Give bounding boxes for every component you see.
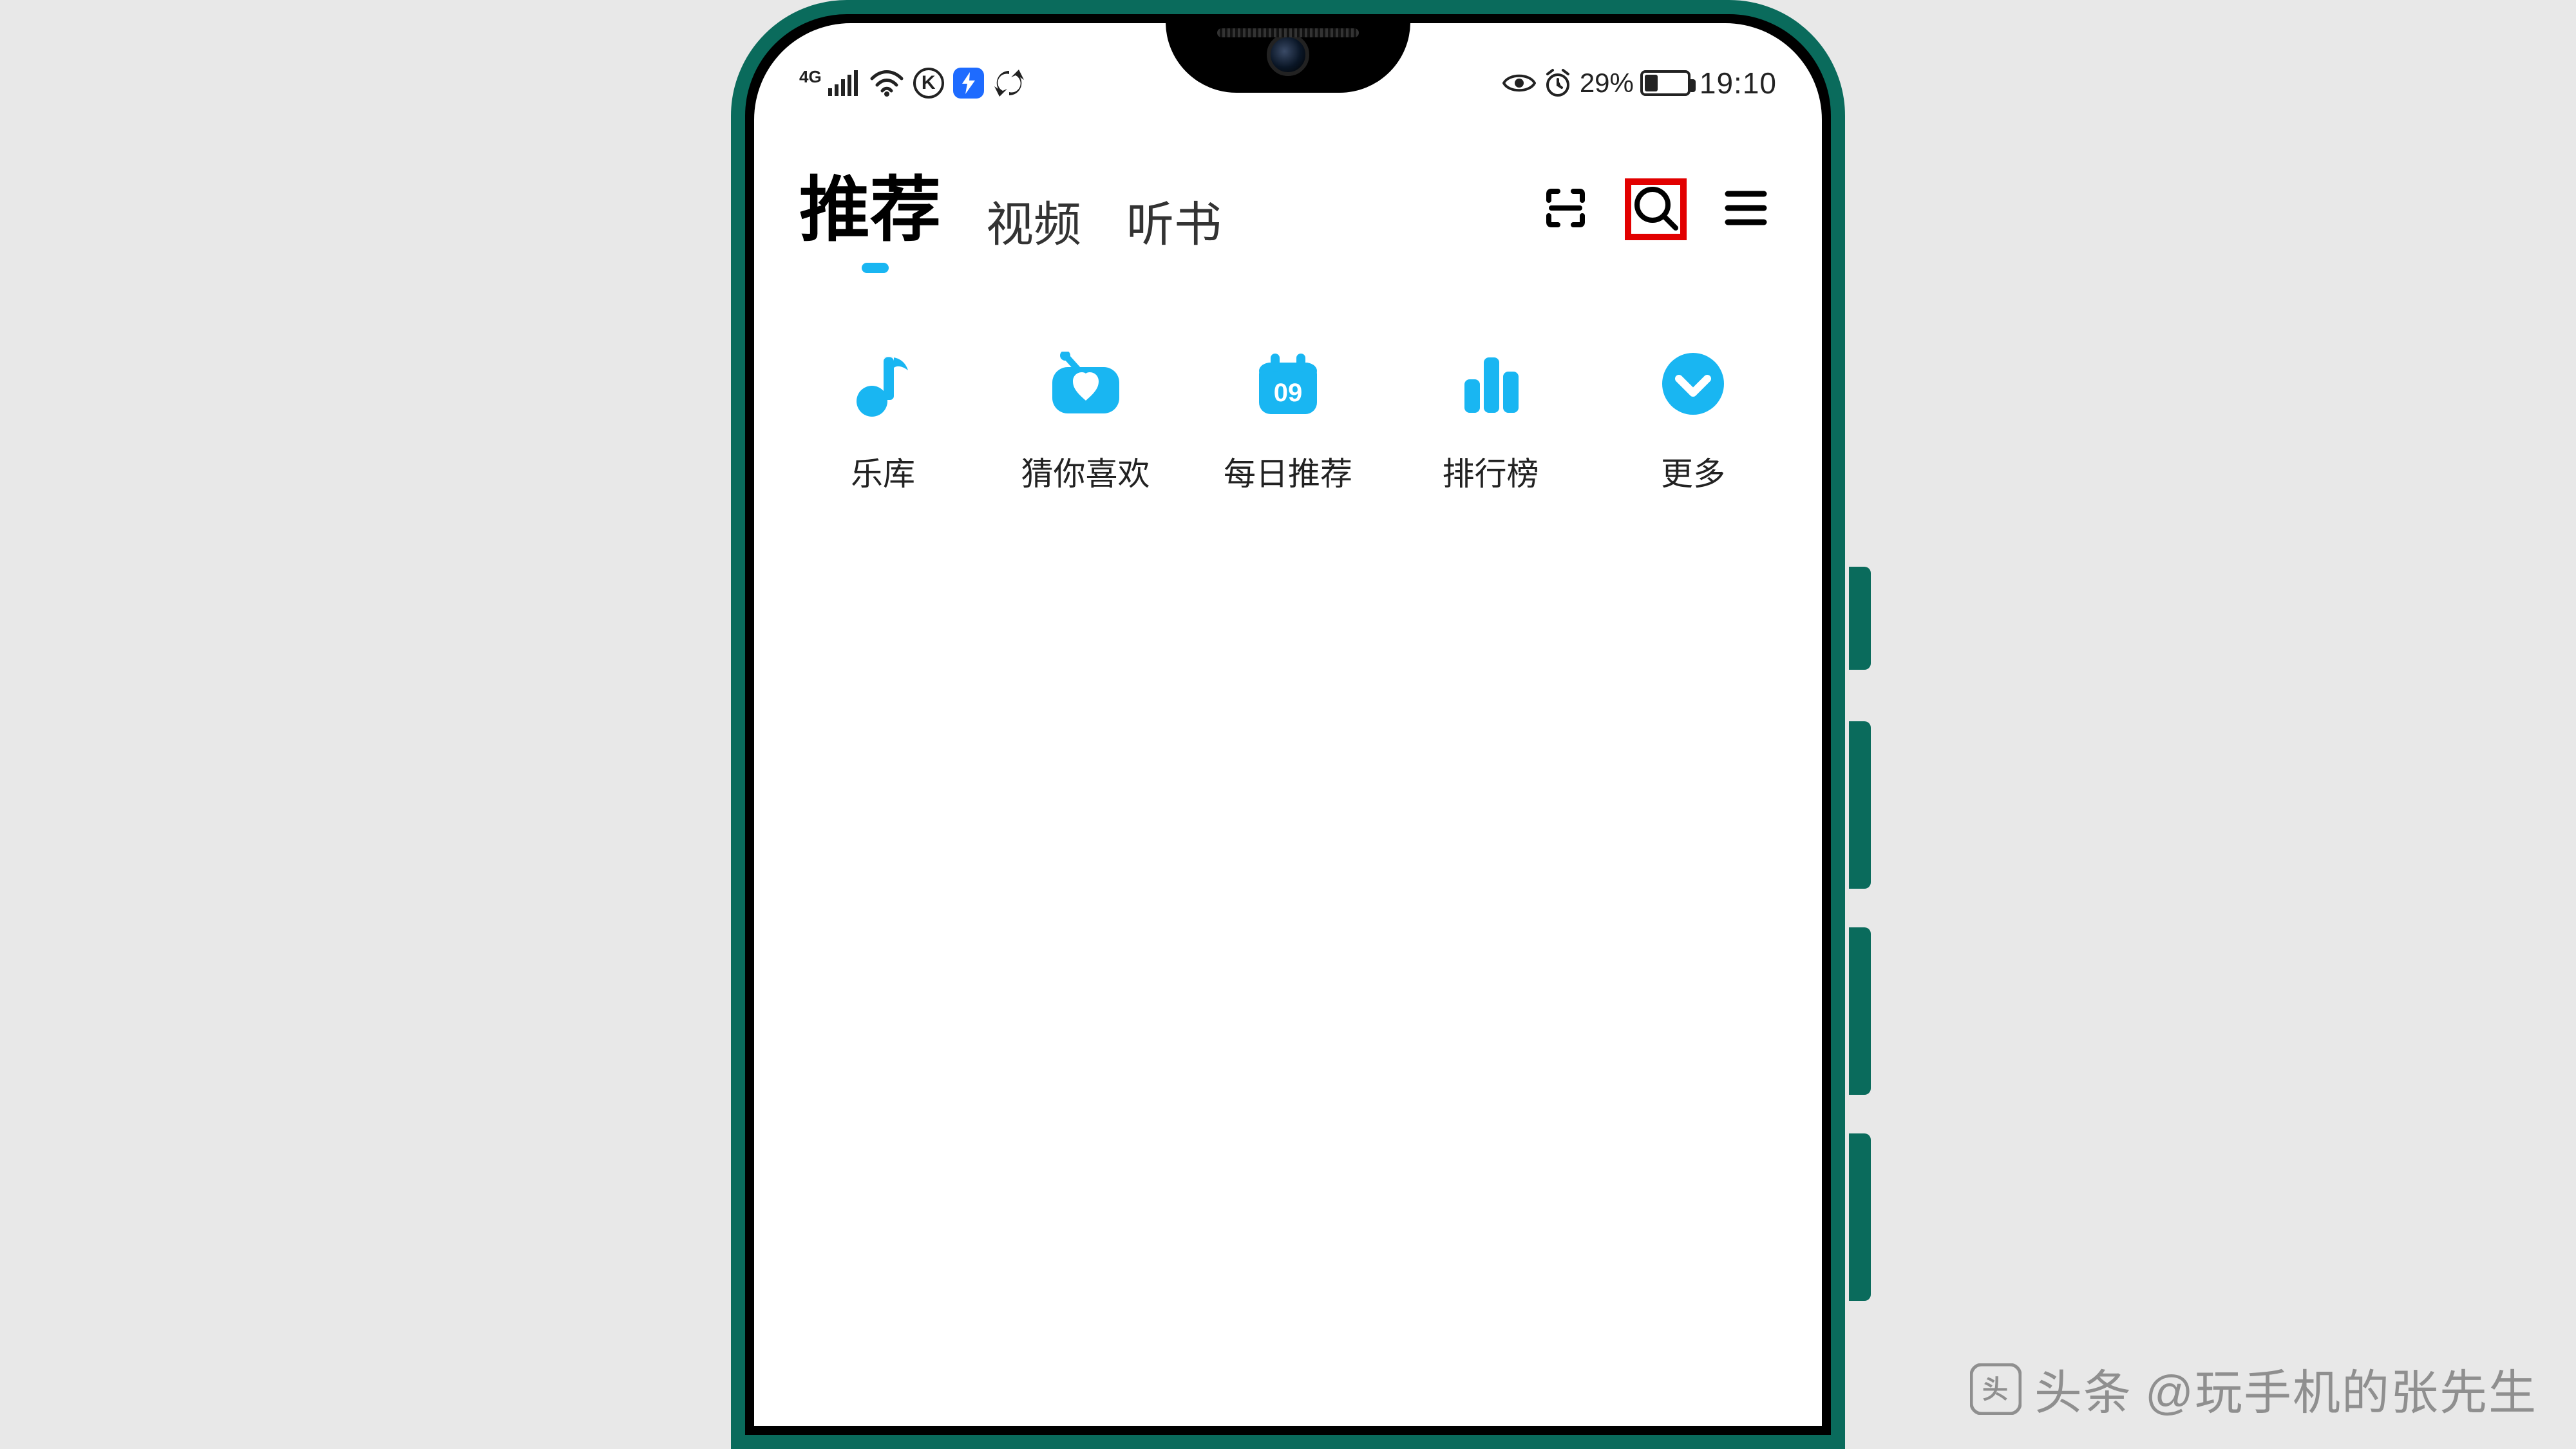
tab-video[interactable]: 视频 (986, 186, 1081, 267)
clock-label: 19:10 (1700, 66, 1777, 100)
category-label: 猜你喜欢 (1021, 448, 1150, 495)
top-bar: 推荐 视频 听书 (754, 152, 1822, 267)
tab-list: 推荐 视频 听书 (799, 152, 1222, 267)
menu-icon (1724, 189, 1768, 231)
toutiao-logo-icon: 头 (1970, 1363, 2022, 1415)
sync-icon (993, 67, 1025, 99)
category-daily-recommend[interactable]: 09 每日推荐 (1211, 345, 1365, 495)
watermark: 头 头条 @玩手机的张先生 (1970, 1354, 2537, 1423)
watermark-prefix: 头条 (2034, 1354, 2132, 1423)
calendar-icon: 09 (1249, 345, 1327, 422)
tab-label: 视频 (986, 198, 1081, 251)
side-button (1849, 927, 1871, 1095)
menu-button[interactable] (1715, 178, 1777, 240)
category-label: 每日推荐 (1224, 448, 1352, 495)
side-button (1849, 567, 1871, 670)
phone-screen: 4G K (754, 23, 1822, 1426)
category-row: 乐库 猜你喜欢 09 每日推荐 (754, 345, 1822, 495)
tab-label: 听书 (1126, 198, 1222, 251)
signal-icon (828, 70, 860, 96)
wifi-icon (869, 70, 904, 97)
category-rankings[interactable]: 排行榜 (1414, 345, 1568, 495)
k-badge-icon: K (913, 68, 944, 99)
tab-audiobook[interactable]: 听书 (1126, 186, 1222, 267)
category-label: 排行榜 (1443, 448, 1539, 495)
search-button[interactable] (1625, 178, 1687, 240)
front-camera (1267, 33, 1309, 76)
radio-heart-icon (1047, 345, 1124, 422)
k-badge-label: K (922, 72, 936, 94)
category-guess-you-like[interactable]: 猜你喜欢 (1009, 345, 1163, 495)
tab-recommend[interactable]: 推荐 (799, 152, 941, 267)
watermark-handle: @玩手机的张先生 (2145, 1354, 2537, 1423)
lightning-badge-icon (953, 68, 984, 99)
category-more[interactable]: 更多 (1616, 345, 1770, 495)
tab-label: 推荐 (799, 171, 941, 250)
status-left: 4G K (799, 67, 1025, 99)
phone-frame: 4G K (731, 0, 1845, 1449)
category-label: 更多 (1661, 448, 1725, 495)
battery-icon (1640, 70, 1690, 96)
eye-icon (1502, 72, 1536, 94)
bar-chart-icon (1452, 345, 1530, 422)
category-music-library[interactable]: 乐库 (806, 345, 960, 495)
battery-percent-label: 29% (1580, 68, 1634, 99)
more-circle-icon (1654, 345, 1732, 422)
svg-text:头: 头 (1982, 1376, 2009, 1404)
network-type-label: 4G (799, 67, 822, 87)
music-note-icon (844, 345, 922, 422)
calendar-day-label: 09 (1274, 379, 1303, 408)
top-actions (1535, 178, 1777, 240)
search-icon (1631, 183, 1681, 236)
side-button (1849, 721, 1871, 889)
scan-icon (1542, 185, 1589, 234)
scan-button[interactable] (1535, 178, 1596, 240)
phone-speaker (1217, 28, 1359, 37)
status-right: 29% 19:10 (1502, 66, 1777, 100)
side-button (1849, 1133, 1871, 1301)
alarm-icon (1542, 68, 1573, 99)
category-label: 乐库 (851, 448, 915, 495)
